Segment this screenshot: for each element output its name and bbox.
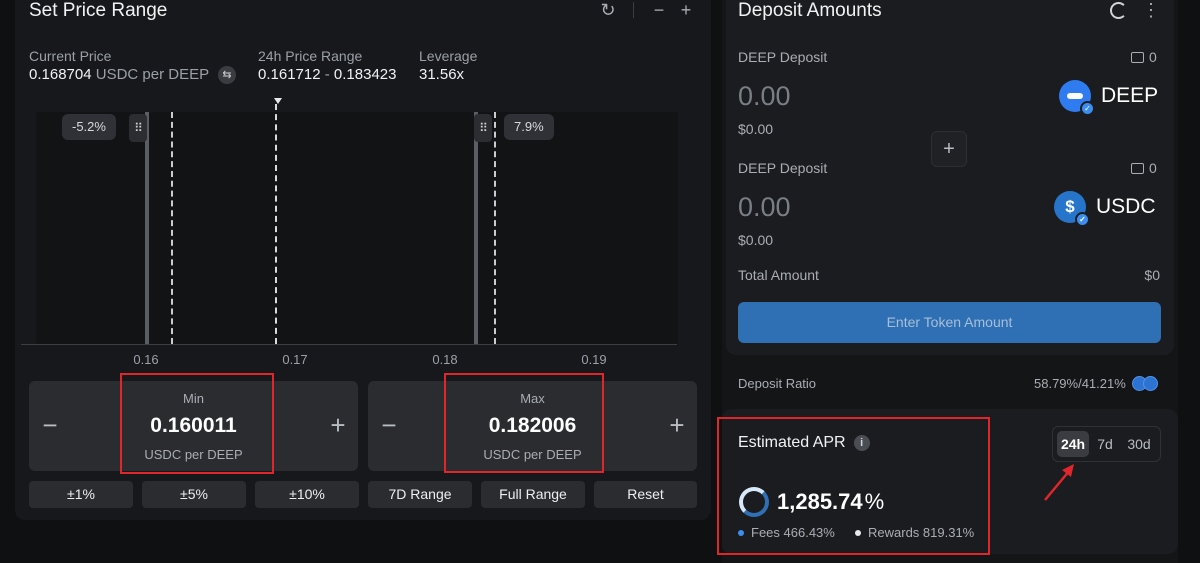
range-low: 0.161712 (258, 66, 321, 83)
panel-title: Set Price Range (29, 0, 168, 21)
preset-full-range-button[interactable]: Full Range (481, 481, 585, 508)
max-increase-button[interactable]: + (664, 412, 690, 438)
wallet-icon (1131, 52, 1144, 63)
verified-icon: ✓ (1075, 212, 1090, 227)
axis-tick: 0.19 (581, 352, 607, 367)
leverage: Leverage 31.56x (419, 48, 478, 83)
preset-1pct-button[interactable]: ±1% (29, 481, 133, 508)
annotation-frame-apr (717, 417, 990, 555)
preset-7d-range-button[interactable]: 7D Range (368, 481, 472, 508)
add-icon: + (931, 131, 967, 167)
loading-icon (1110, 2, 1127, 19)
period-tabs: 24h 7d 30d (1052, 426, 1161, 462)
token-a-symbol: DEEP (1101, 84, 1159, 107)
current-price-value: 0.168704 (29, 66, 92, 83)
deposit-title: Deposit Amounts (738, 0, 882, 21)
current-price: Current Price 0.168704 USDC per DEEP ⇆ (29, 48, 237, 84)
enter-token-amount-button[interactable]: Enter Token Amount (738, 302, 1161, 343)
refresh-icon[interactable]: ↻ (598, 0, 618, 20)
deep-logo-icon: ✓ (1059, 80, 1095, 116)
range-high: 0.183423 (333, 66, 397, 83)
token-b-label: DEEP Deposit (738, 160, 828, 176)
token-a-label: DEEP Deposit (738, 49, 828, 65)
zoom-in-icon[interactable]: + (676, 0, 696, 20)
min-increase-button[interactable]: + (325, 412, 351, 438)
token-a-usd: $0.00 (738, 121, 774, 137)
divider (633, 2, 634, 18)
token-pair-icon (1131, 376, 1158, 391)
token-b-symbol: USDC (1096, 195, 1156, 218)
tab-24h[interactable]: 24h (1057, 431, 1089, 457)
price-chart (36, 112, 678, 345)
token-b-balance: 0 (1131, 160, 1157, 176)
token-a-amount-input[interactable]: 0.00 (738, 81, 791, 112)
more-menu-icon[interactable]: ⋮ (1142, 0, 1160, 21)
token-a-balance: 0 (1131, 49, 1157, 65)
preset-10pct-button[interactable]: ±10% (255, 481, 359, 508)
current-price-line (275, 104, 277, 344)
price-range-24h: 24h Price Range 0.161712 - 0.183423 (258, 48, 397, 83)
total-amount-label: Total Amount (738, 267, 819, 283)
reset-button[interactable]: Reset (594, 481, 697, 508)
current-price-unit: USDC per DEEP (95, 66, 209, 83)
annotation-arrow-icon (1044, 464, 1074, 501)
tab-30d[interactable]: 30d (1121, 431, 1157, 457)
annotation-frame-min (120, 373, 274, 474)
wallet-icon (1131, 163, 1144, 174)
min-handle-bar[interactable] (145, 112, 149, 344)
swap-icon[interactable]: ⇆ (218, 66, 237, 84)
annotation-frame-max (444, 373, 604, 473)
deposit-ratio: 58.79%/41.21% (1034, 376, 1158, 391)
leverage-value: 31.56x (419, 66, 465, 83)
range-high-line (494, 112, 496, 344)
zoom-out-icon[interactable]: − (649, 0, 669, 20)
token-a-selector[interactable]: ✓ DEEP (1059, 79, 1159, 116)
deposit-ratio-label: Deposit Ratio (738, 376, 817, 391)
verified-icon: ✓ (1080, 101, 1095, 116)
max-handle-bar[interactable] (474, 112, 478, 344)
preset-5pct-button[interactable]: ±5% (142, 481, 246, 508)
axis-tick: 0.18 (432, 352, 458, 367)
total-amount-value: $0 (1144, 267, 1160, 283)
usdc-logo-icon: $ ✓ (1054, 191, 1090, 227)
min-percent-badge: -5.2% (62, 114, 116, 140)
min-drag-handle[interactable]: ⠿ (129, 114, 147, 142)
token-b-usd: $0.00 (738, 232, 774, 248)
token-b-amount-input[interactable]: 0.00 (738, 192, 791, 223)
axis-tick: 0.16 (133, 352, 159, 367)
max-percent-badge: 7.9% (504, 114, 554, 140)
deposit-ratio-value: 58.79%/41.21% (1034, 376, 1126, 391)
deposit-card: Deposit Amounts ⋮ DEEP Deposit 0 0.00 $0… (726, 0, 1174, 355)
token-b-selector[interactable]: $ ✓ USDC (1054, 190, 1156, 227)
range-low-line (171, 112, 173, 344)
tab-7d[interactable]: 7d (1093, 431, 1117, 457)
axis-tick: 0.17 (282, 352, 308, 367)
max-drag-handle[interactable]: ⠿ (474, 114, 492, 142)
x-axis (21, 344, 677, 345)
